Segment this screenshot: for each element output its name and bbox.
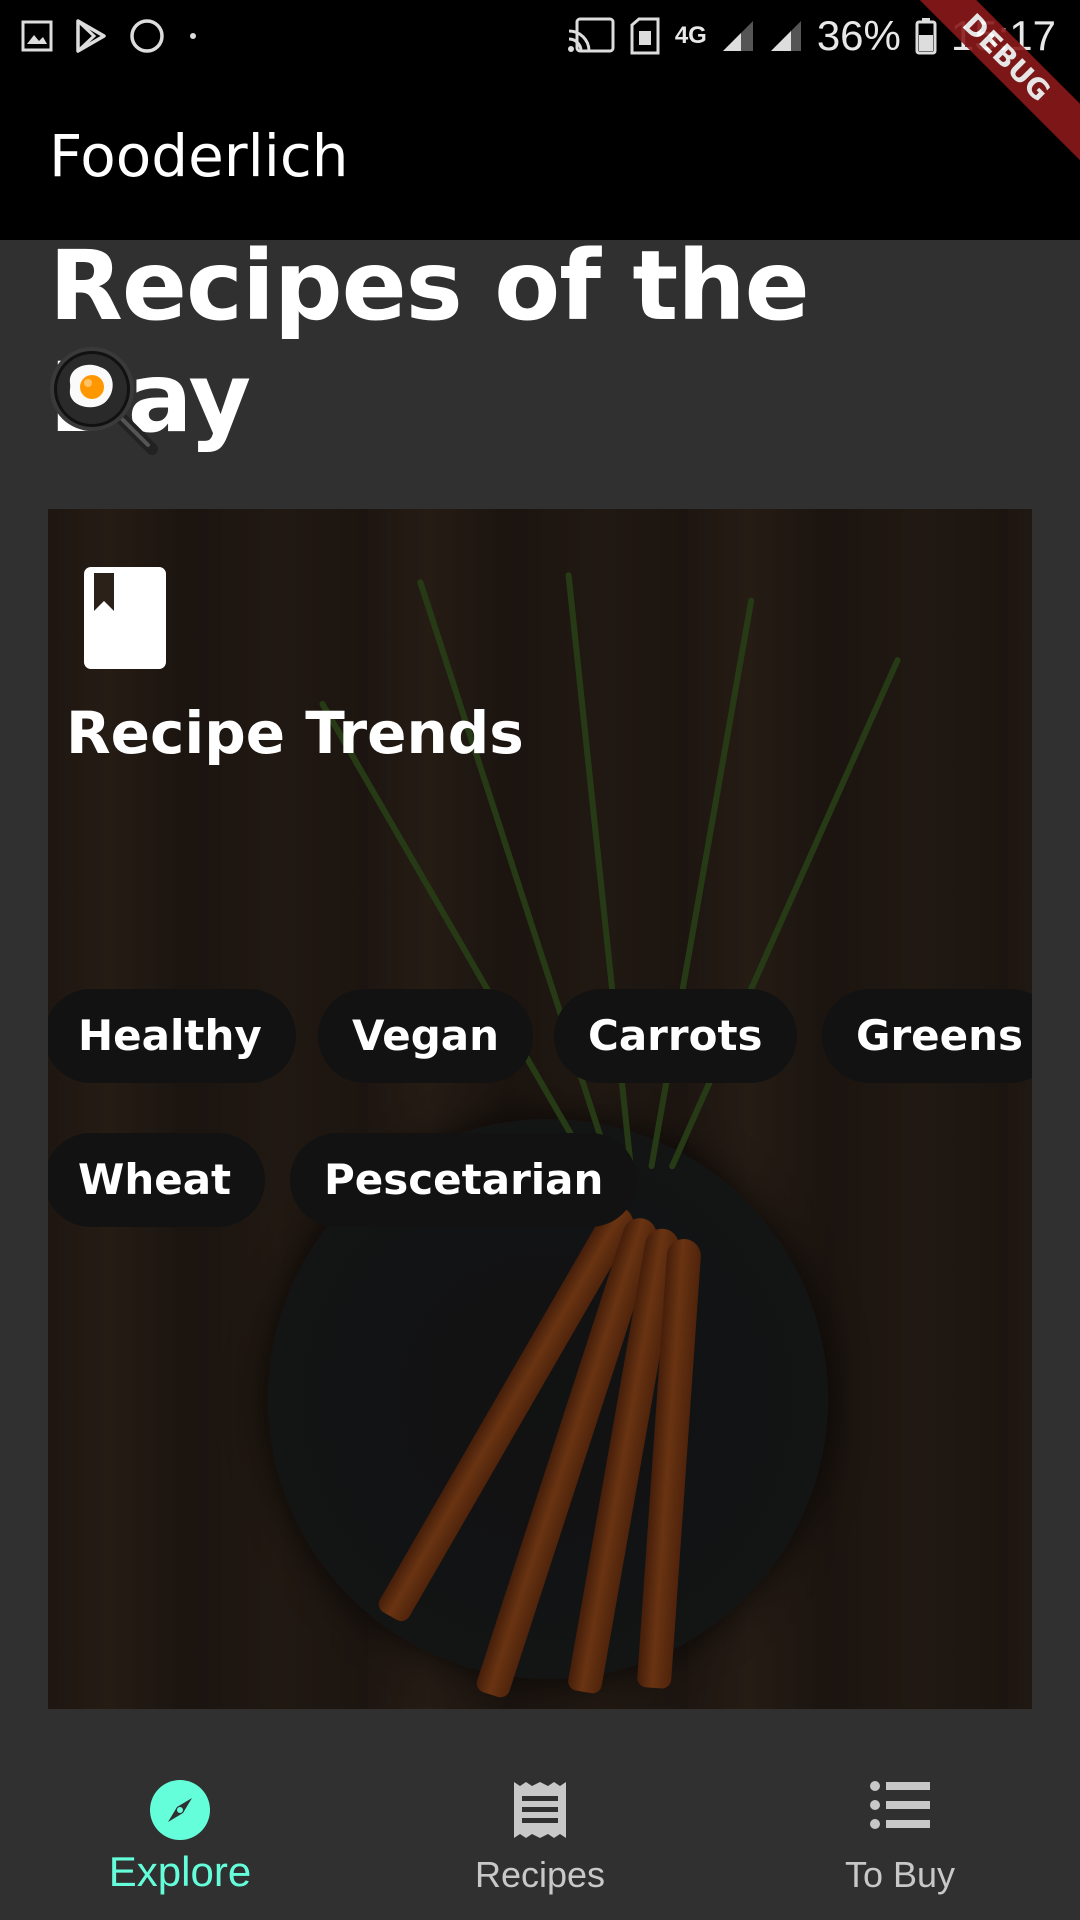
cooking-egg-pan-icon — [48, 345, 160, 461]
card-title: Recipe Trends — [66, 699, 524, 767]
nav-label-explore: Explore — [108, 1848, 252, 1895]
battery-icon — [915, 17, 937, 55]
network-type: 4G — [674, 22, 707, 49]
recipe-trends-card[interactable]: Recipe Trends Healthy Vegan Carrots Gree… — [48, 509, 1032, 1709]
nav-item-explore[interactable]: Explore — [0, 1740, 360, 1920]
chip-greens[interactable]: Greens — [822, 989, 1032, 1083]
book-icon — [84, 567, 166, 673]
receipt-icon — [512, 1780, 568, 1844]
circle-icon — [128, 17, 166, 55]
notification-icons — [20, 14, 200, 58]
chip-healthy[interactable]: Healthy — [48, 989, 296, 1083]
compass-icon — [150, 1780, 210, 1844]
chip-pescetarian[interactable]: Pescetarian — [290, 1133, 638, 1227]
dot-icon — [186, 29, 200, 43]
list-icon — [870, 1780, 930, 1834]
status-bar: 4G 36% 15:17 — [0, 0, 1080, 72]
nav-label-to-buy: To Buy — [844, 1854, 956, 1895]
battery-percent: 36% — [816, 12, 901, 59]
nav-item-recipes[interactable]: Recipes — [360, 1740, 720, 1920]
nav-label-recipes: Recipes — [474, 1854, 606, 1895]
signal-icon — [769, 19, 803, 53]
clock: 15:17 — [950, 12, 1056, 59]
chip-vegan[interactable]: Vegan — [318, 989, 533, 1083]
signal-icon — [721, 19, 755, 53]
nav-item-to-buy[interactable]: To Buy — [720, 1740, 1080, 1920]
sim-icon — [629, 17, 661, 55]
play-store-icon — [74, 18, 108, 54]
app-title: Fooderlich — [49, 122, 349, 190]
cast-icon — [567, 17, 615, 55]
page-title: Recipes of the Day — [49, 230, 810, 454]
app-bar: Fooderlich — [0, 72, 1080, 240]
system-icons: 4G 36% 15:17 — [567, 12, 1056, 60]
chip-wheat[interactable]: Wheat — [48, 1133, 266, 1227]
bottom-navigation: Explore Recipes To Buy — [0, 1740, 1080, 1920]
chip-carrots[interactable]: Carrots — [554, 989, 797, 1083]
card-overlay — [48, 509, 1032, 1709]
gallery-icon — [20, 19, 54, 53]
